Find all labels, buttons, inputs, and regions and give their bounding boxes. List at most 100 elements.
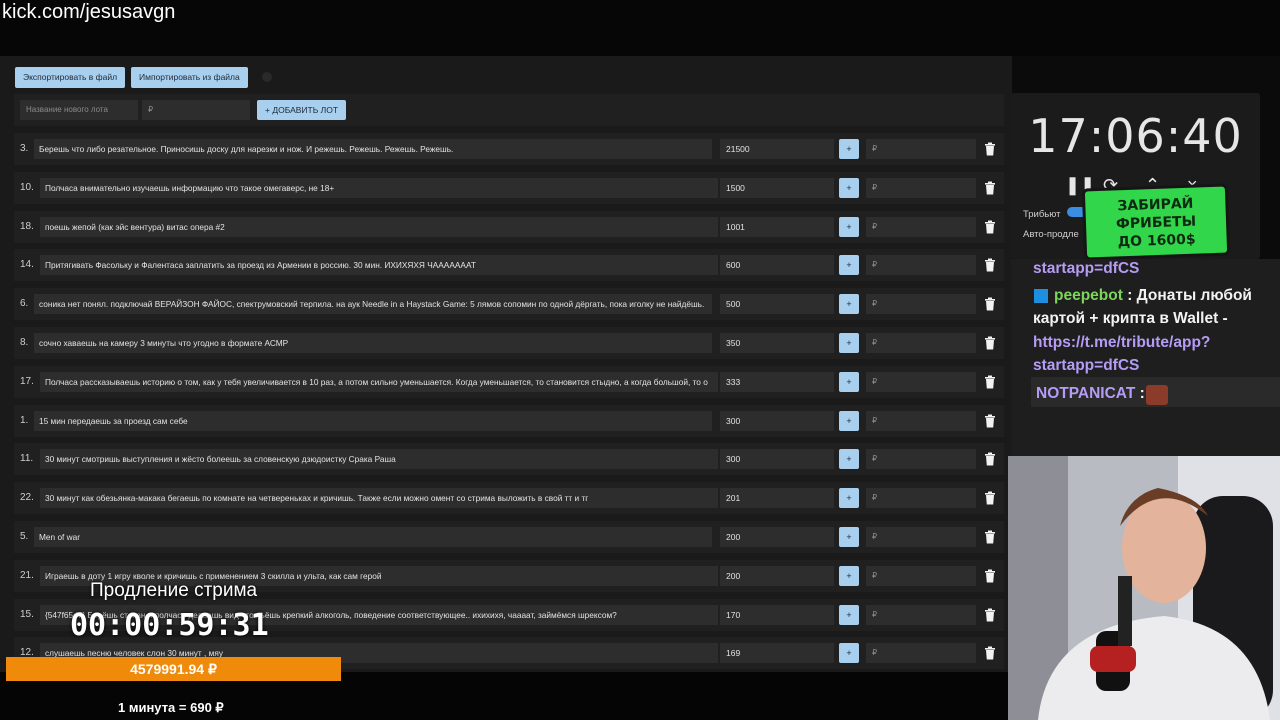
lot-amount-input[interactable]: 21500: [720, 139, 834, 159]
lot-add-amount-input[interactable]: ₽: [866, 178, 976, 198]
chat-msg-1b: картой + крипта в Wallet -: [1033, 310, 1228, 327]
trash-icon[interactable]: [983, 220, 997, 234]
lot-text-input[interactable]: соника нет понял. подключай ВЕРАЙЗОН ФАЙ…: [34, 294, 712, 314]
lot-row: 17. Полчаса рассказываешь историю о том, …: [14, 366, 1004, 398]
lot-text-input[interactable]: 30 минут как обезьянка-макака бегаешь по…: [40, 488, 718, 508]
export-button[interactable]: Экспортировать в файл: [15, 67, 126, 88]
total-bar: 4579991.94 ₽: [6, 657, 341, 681]
lot-amount-input[interactable]: 201: [720, 488, 834, 508]
lot-amount-input[interactable]: 1001: [720, 217, 834, 237]
lot-row: 5. Men of war 200 + ₽: [14, 521, 1004, 553]
lot-row: 10. Полчаса внимательно изучаешь информац…: [14, 172, 1004, 204]
lot-add-amount-input[interactable]: ₽: [866, 643, 976, 663]
trash-icon[interactable]: [983, 452, 997, 466]
lot-amount-input[interactable]: 500: [720, 294, 834, 314]
lot-text-input[interactable]: Men of war: [34, 527, 712, 547]
lot-add-amount-input[interactable]: ₽: [866, 488, 976, 508]
lot-text-input[interactable]: Полчаса рассказываешь историю о том, как…: [40, 372, 718, 392]
lot-row: 1. 15 мин передаешь за проезд сам себе 300…: [14, 405, 1004, 437]
lot-amount-input[interactable]: 200: [720, 527, 834, 547]
add-amount-button[interactable]: +: [839, 566, 859, 586]
add-amount-button[interactable]: +: [839, 449, 859, 469]
lot-add-amount-input[interactable]: ₽: [866, 255, 976, 275]
trash-icon[interactable]: [983, 297, 997, 311]
lot-number: 11.: [20, 453, 34, 464]
add-lot-row: Название нового лота ₽ + ДОБАВИТЬ ЛОТ: [14, 94, 1004, 126]
lot-number: 17.: [20, 376, 34, 387]
trash-icon[interactable]: [983, 646, 997, 660]
lot-add-amount-input[interactable]: ₽: [866, 449, 976, 469]
trash-icon[interactable]: [983, 181, 997, 195]
add-amount-button[interactable]: +: [839, 527, 859, 547]
lot-row: 8. сочно хаваешь на камеру 3 минуты что у…: [14, 327, 1004, 359]
webcam-feed: [1008, 456, 1280, 720]
add-amount-button[interactable]: +: [839, 372, 859, 392]
lot-row: 14. Притягивать Фасольку и Фалентаса запл…: [14, 249, 1004, 281]
page-url[interactable]: kick.com/jesusavgn: [2, 1, 175, 24]
chat-link-1[interactable]: https://t.me/tribute/app?: [1033, 334, 1210, 352]
lot-text-input[interactable]: Полчаса внимательно изучаешь информацию …: [40, 178, 718, 198]
trash-icon[interactable]: [983, 569, 997, 583]
chat-link-2[interactable]: startapp=dfCS: [1033, 357, 1139, 375]
chat-nick-notpanicat: NOTPANICAT: [1036, 385, 1136, 402]
lot-text-input[interactable]: Берешь что либо резательное. Приносишь д…: [34, 139, 712, 159]
lot-row: 6. соника нет понял. подключай ВЕРАЙЗОН Ф…: [14, 288, 1004, 320]
lot-amount-input[interactable]: 300: [720, 449, 834, 469]
theme-toggle[interactable]: [262, 72, 272, 82]
lot-text-input[interactable]: 30 минут смотришь выступления и жёсто бо…: [40, 449, 718, 469]
add-amount-button[interactable]: +: [839, 643, 859, 663]
add-amount-button[interactable]: +: [839, 605, 859, 625]
lot-add-amount-input[interactable]: ₽: [866, 372, 976, 392]
lot-add-amount-input[interactable]: ₽: [866, 139, 976, 159]
add-amount-button[interactable]: +: [839, 217, 859, 237]
lot-amount-input[interactable]: 350: [720, 333, 834, 353]
add-amount-button[interactable]: +: [839, 294, 859, 314]
lot-text-input[interactable]: 15 мин передаешь за проезд сам себе: [34, 411, 712, 431]
lot-add-amount-input[interactable]: ₽: [866, 294, 976, 314]
lot-amount-input[interactable]: 169: [720, 643, 834, 663]
lot-number: 21.: [20, 570, 34, 581]
timer-display: 17:06:40: [1028, 109, 1243, 163]
stream-frame: kick.com/jesusavgn Экспортировать в файл…: [0, 0, 1280, 720]
add-amount-button[interactable]: +: [839, 178, 859, 198]
add-amount-button[interactable]: +: [839, 488, 859, 508]
promo-line-3: ДО 1600$: [1117, 231, 1196, 251]
lot-text-input[interactable]: поешь жепой (как эйс вентура) витас опер…: [40, 217, 718, 237]
lot-number: 6.: [20, 298, 29, 309]
new-lot-name-input[interactable]: Название нового лота: [20, 100, 138, 120]
chat-message-1: peepebot : Донаты любой: [1054, 287, 1252, 305]
add-amount-button[interactable]: +: [839, 333, 859, 353]
lot-add-amount-input[interactable]: ₽: [866, 527, 976, 547]
trash-icon[interactable]: [983, 336, 997, 350]
lot-number: 18.: [20, 221, 34, 232]
trash-icon[interactable]: [983, 530, 997, 544]
lot-amount-input[interactable]: 300: [720, 411, 834, 431]
lot-amount-input[interactable]: 333: [720, 372, 834, 392]
lot-add-amount-input[interactable]: ₽: [866, 605, 976, 625]
lot-number: 5.: [20, 531, 29, 542]
lot-amount-input[interactable]: 1500: [720, 178, 834, 198]
lot-amount-input[interactable]: 600: [720, 255, 834, 275]
add-amount-button[interactable]: +: [839, 139, 859, 159]
lot-row: 18. поешь жепой (как эйс вентура) витас о…: [14, 211, 1004, 243]
lot-add-amount-input[interactable]: ₽: [866, 217, 976, 237]
lot-add-amount-input[interactable]: ₽: [866, 333, 976, 353]
add-amount-button[interactable]: +: [839, 255, 859, 275]
trash-icon[interactable]: [983, 142, 997, 156]
trash-icon[interactable]: [983, 491, 997, 505]
add-amount-button[interactable]: +: [839, 411, 859, 431]
extension-timer: 00:00:59:31: [70, 608, 269, 643]
trash-icon[interactable]: [983, 375, 997, 389]
trash-icon[interactable]: [983, 608, 997, 622]
lot-amount-input[interactable]: 200: [720, 566, 834, 586]
add-lot-button[interactable]: + ДОБАВИТЬ ЛОТ: [257, 100, 347, 120]
lot-add-amount-input[interactable]: ₽: [866, 566, 976, 586]
lot-text-input[interactable]: Притягивать Фасольку и Фалентаса заплати…: [40, 255, 718, 275]
lot-add-amount-input[interactable]: ₽: [866, 411, 976, 431]
lot-text-input[interactable]: сочно хаваешь на камеру 3 минуты что уго…: [34, 333, 712, 353]
trash-icon[interactable]: [983, 414, 997, 428]
lot-amount-input[interactable]: 170: [720, 605, 834, 625]
new-lot-amount-input[interactable]: ₽: [142, 100, 250, 120]
import-button[interactable]: Импортировать из файла: [131, 67, 248, 88]
trash-icon[interactable]: [983, 258, 997, 272]
